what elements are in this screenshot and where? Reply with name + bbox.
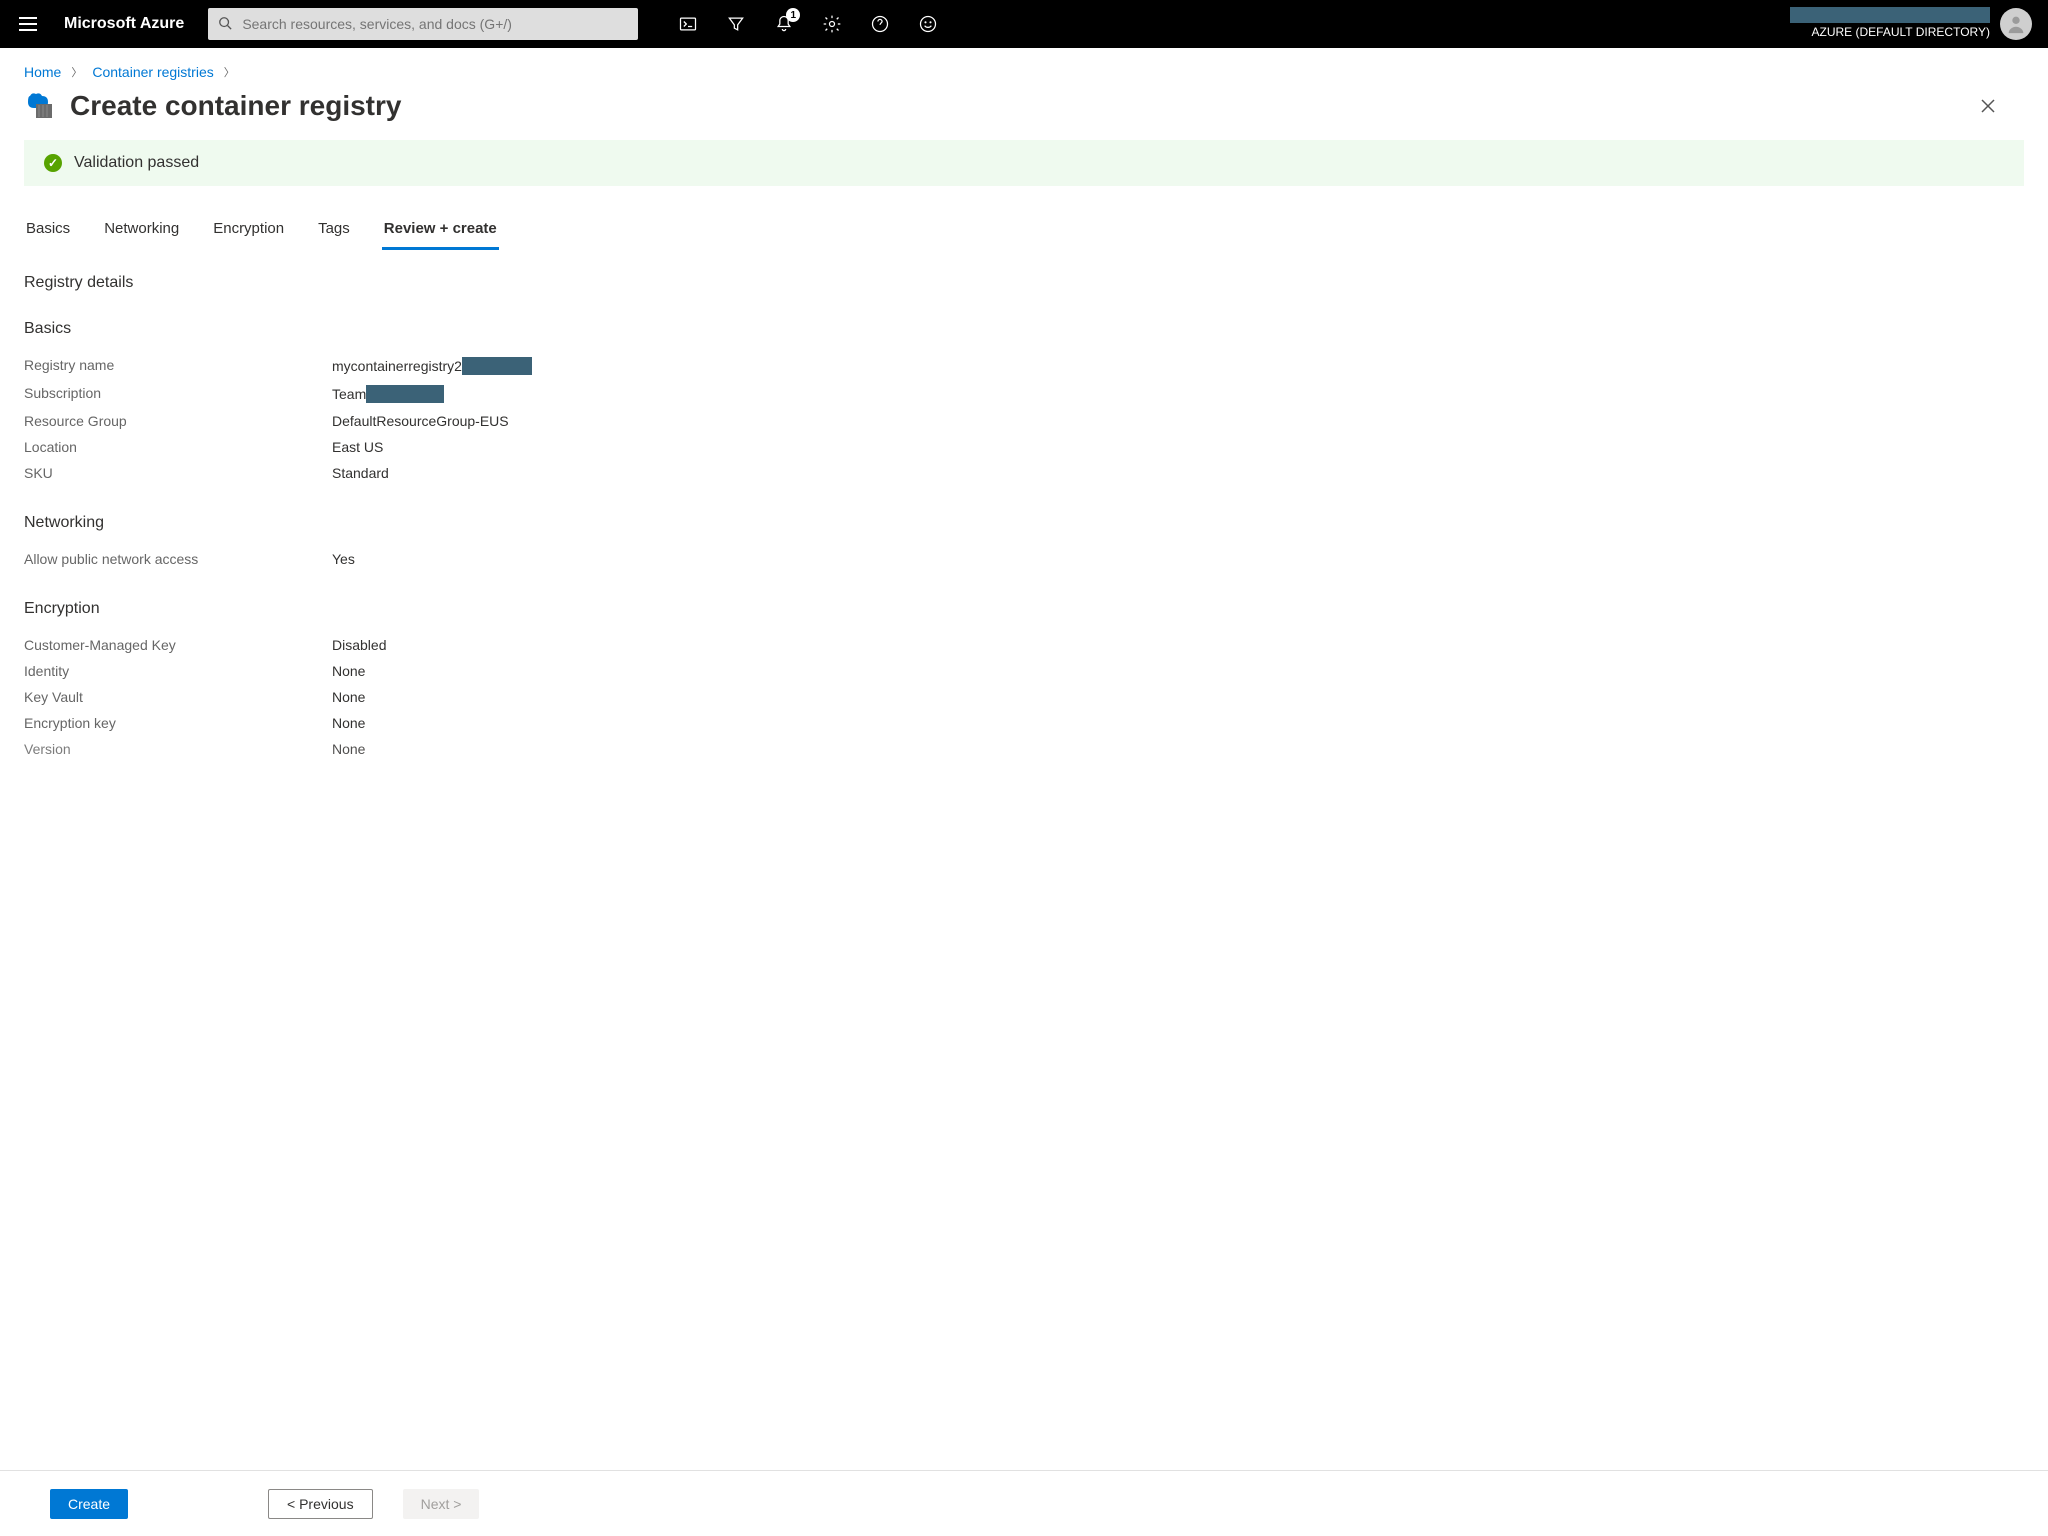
page-title: Create container registry [70,90,401,122]
search-icon [218,16,232,33]
row-registry-name: Registry name mycontainerregistry2 [24,352,2024,380]
validation-message: Validation passed [74,154,199,172]
value-encryption-key: None [332,715,365,731]
checkmark-icon: ✓ [44,154,62,172]
row-location: Location East US [24,434,2024,460]
row-cmk: Customer-Managed Key Disabled [24,632,2024,658]
value-location: East US [332,439,383,455]
section-registry-details: Registry details [24,274,2024,292]
footer: Create < Previous Next > [0,1470,2048,1536]
top-bar: Microsoft Azure 1 AZURE (DEFAULT DIRE [0,0,2048,48]
tab-networking[interactable]: Networking [102,214,181,250]
value-identity: None [332,663,365,679]
row-resource-group: Resource Group DefaultResourceGroup-EUS [24,408,2024,434]
breadcrumb-container-registries[interactable]: Container registries [92,64,213,80]
brand-label: Microsoft Azure [56,15,200,33]
label-cmk: Customer-Managed Key [24,637,332,653]
account-area[interactable]: AZURE (DEFAULT DIRECTORY) [1790,7,2040,41]
cloud-shell-icon[interactable] [676,12,700,36]
avatar[interactable] [2000,8,2032,40]
value-version: None [332,741,365,757]
subsection-encryption: Encryption [24,600,2024,618]
notifications-icon[interactable]: 1 [772,12,796,36]
chevron-right-icon: 〉 [71,64,82,80]
label-resource-group: Resource Group [24,413,332,429]
search-input[interactable] [242,16,628,32]
value-registry-name: mycontainerregistry2 [332,358,462,374]
row-subscription: Subscription Team [24,380,2024,408]
label-sku: SKU [24,465,332,481]
tab-tags[interactable]: Tags [316,214,352,250]
close-icon[interactable] [1972,90,2004,122]
value-resource-group: DefaultResourceGroup-EUS [332,413,509,429]
label-registry-name: Registry name [24,357,332,375]
label-location: Location [24,439,332,455]
breadcrumb-home[interactable]: Home [24,64,61,80]
row-version: Version None [24,736,2024,762]
label-version: Version [24,741,332,757]
value-subscription: Team [332,386,366,402]
account-email-redacted [1790,7,1990,23]
label-subscription: Subscription [24,385,332,403]
value-key-vault: None [332,689,365,705]
notification-badge: 1 [786,8,800,22]
value-cmk: Disabled [332,637,386,653]
top-icons: 1 [676,12,940,36]
label-public-access: Allow public network access [24,551,332,567]
settings-icon[interactable] [820,12,844,36]
search-box[interactable] [208,8,638,40]
chevron-right-icon: 〉 [224,64,235,80]
row-key-vault: Key Vault None [24,684,2024,710]
label-identity: Identity [24,663,332,679]
row-sku: SKU Standard [24,460,2024,486]
content: ✓ Validation passed Basics Networking En… [0,140,2048,1462]
tab-basics[interactable]: Basics [24,214,72,250]
tab-encryption[interactable]: Encryption [211,214,286,250]
menu-icon[interactable] [8,4,48,44]
next-button: Next > [403,1489,480,1519]
label-encryption-key: Encryption key [24,715,332,731]
redacted [462,357,532,375]
page-header: Create container registry [0,84,2048,140]
label-key-vault: Key Vault [24,689,332,705]
row-public-access: Allow public network access Yes [24,546,2024,572]
redacted [366,385,444,403]
feedback-icon[interactable] [916,12,940,36]
filter-icon[interactable] [724,12,748,36]
tabs: Basics Networking Encryption Tags Review… [24,214,2024,250]
tab-review-create[interactable]: Review + create [382,214,499,250]
help-icon[interactable] [868,12,892,36]
validation-banner: ✓ Validation passed [24,140,2024,186]
subsection-networking: Networking [24,514,2024,532]
container-registry-icon [24,90,56,122]
breadcrumb: Home 〉 Container registries 〉 [0,48,2048,84]
previous-button[interactable]: < Previous [268,1489,373,1519]
value-public-access: Yes [332,551,355,567]
create-button[interactable]: Create [50,1489,128,1519]
subsection-basics: Basics [24,320,2024,338]
value-sku: Standard [332,465,389,481]
row-encryption-key: Encryption key None [24,710,2024,736]
directory-label: AZURE (DEFAULT DIRECTORY) [1790,25,1990,41]
row-identity: Identity None [24,658,2024,684]
